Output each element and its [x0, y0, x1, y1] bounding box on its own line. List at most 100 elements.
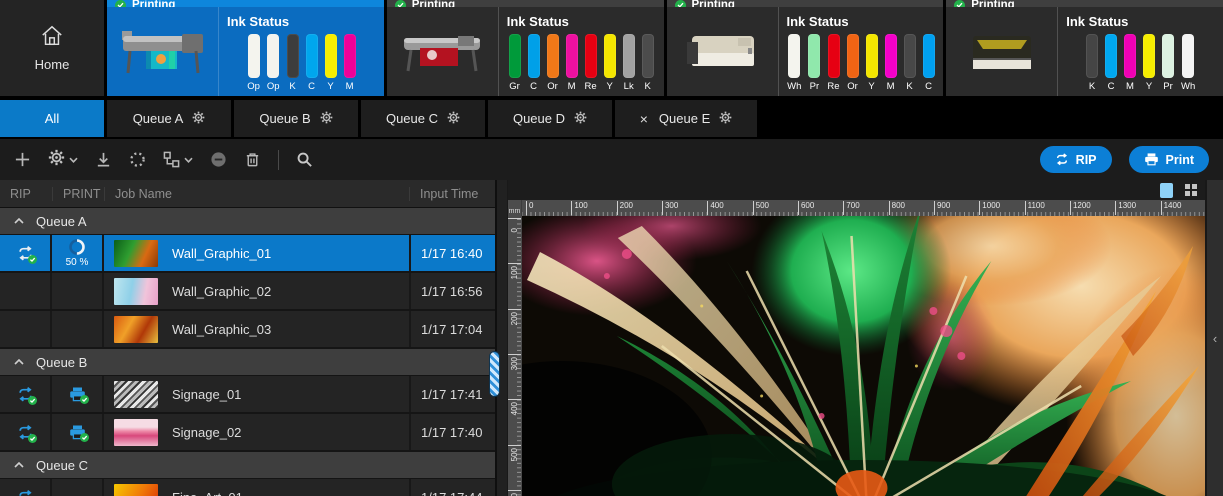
job-time: 1/17 17:44 — [409, 479, 495, 496]
rip-loop-icon — [1055, 153, 1069, 166]
printer-icon — [1144, 153, 1159, 166]
ink-slot: M — [1124, 34, 1136, 92]
status-check-icon — [954, 0, 965, 7]
home-label: Home — [35, 57, 70, 72]
queue-tab[interactable]: Queue D — [488, 100, 612, 137]
vertical-ruler: 0100200300400500600 — [508, 216, 522, 496]
job-time: 1/17 16:56 — [409, 273, 495, 309]
ink-bar — [788, 34, 800, 78]
ink-bar — [325, 34, 337, 78]
print-done-icon — [69, 425, 86, 440]
tab-gear-icon[interactable] — [320, 111, 333, 127]
ruler-tick-label: 900 — [934, 201, 950, 215]
nest-jobs-button[interactable] — [163, 151, 193, 168]
ink-slot: Wh — [787, 34, 801, 92]
ink-label: Re — [585, 81, 597, 92]
ink-slot: Pr — [1162, 34, 1174, 92]
ink-slot: Y — [325, 34, 337, 92]
ink-bar — [1182, 34, 1194, 78]
print-button[interactable]: Print — [1129, 146, 1209, 173]
queue-tab[interactable]: × Queue E — [615, 100, 757, 137]
job-row[interactable]: Wall_Graphic_02 1/17 16:56 — [0, 273, 495, 311]
ink-bar — [585, 34, 597, 78]
ink-bar — [885, 34, 897, 78]
pane-splitter-handle[interactable] — [490, 352, 499, 396]
ink-slot: C — [306, 34, 318, 92]
home-button[interactable]: Home — [0, 0, 104, 96]
tab-gear-icon[interactable] — [574, 111, 587, 127]
ink-slot: Wh — [1181, 34, 1195, 92]
job-name: Signage_01 — [172, 387, 241, 402]
cell-print — [52, 273, 104, 309]
queue-tab[interactable]: Queue A — [107, 100, 231, 137]
ruler-tick-label: 1000 — [979, 201, 1000, 215]
ink-bar — [828, 34, 840, 78]
cell-print — [52, 376, 104, 412]
delete-job-button[interactable] — [244, 151, 261, 168]
job-time: 1/17 17:41 — [409, 376, 495, 412]
queue-tab[interactable]: All — [0, 100, 104, 137]
ruler-tick-label: 100 — [508, 263, 521, 284]
tab-label: Queue D — [513, 111, 565, 126]
chevron-down-icon — [184, 157, 193, 163]
toolbar-divider — [278, 150, 279, 170]
printer-panel[interactable]: Printing Ink Status OpOpKCYM — [107, 0, 384, 96]
plus-icon — [14, 151, 31, 168]
rip-process-button[interactable] — [129, 151, 146, 168]
queue-tab-bar: All Queue A Queue B Queue C Queue D × Qu… — [0, 96, 1223, 137]
remove-job-button[interactable] — [210, 151, 227, 168]
tab-close-icon[interactable]: × — [640, 111, 648, 127]
job-row[interactable]: 50 % Wall_Graphic_01 1/17 16:40 — [0, 235, 495, 273]
job-thumbnail — [114, 316, 158, 343]
ruler-tick-label: 800 — [889, 201, 905, 215]
ruler-tick-label: 200 — [508, 309, 521, 330]
search-button[interactable] — [296, 151, 313, 168]
job-row[interactable]: Fine_Art_01 1/17 17:44 — [0, 479, 495, 496]
trash-icon — [244, 151, 261, 168]
job-settings-button[interactable] — [48, 149, 78, 171]
chevron-up-icon — [14, 359, 24, 365]
tab-gear-icon[interactable] — [719, 111, 732, 127]
rip-button[interactable]: RIP — [1040, 146, 1112, 173]
chevron-up-icon — [14, 462, 24, 468]
ink-label: K — [1089, 81, 1095, 92]
job-name: Fine_Art_01 — [172, 490, 243, 496]
printer-panel[interactable]: Printing Ink Status GrCOrMReYLkK — [387, 0, 664, 96]
ink-label: Or — [547, 81, 558, 92]
tab-gear-icon[interactable] — [192, 111, 205, 127]
ink-bar — [1105, 34, 1117, 78]
printer-panel[interactable]: Printing Ink Status WhPrReOrYMKC — [667, 0, 944, 96]
import-job-button[interactable] — [95, 151, 112, 168]
job-name: Wall_Graphic_02 — [172, 284, 271, 299]
tab-gear-icon[interactable] — [447, 111, 460, 127]
grid-view-icon[interactable] — [1185, 184, 1197, 196]
queue-tab[interactable]: Queue B — [234, 100, 358, 137]
status-check-icon — [115, 0, 126, 7]
printer-status-label: Printing — [692, 0, 735, 7]
ink-bar — [623, 34, 635, 78]
single-view-icon[interactable] — [1160, 183, 1173, 198]
collapse-right-panel-button[interactable]: ‹ — [1205, 180, 1223, 496]
job-row[interactable]: Signage_01 1/17 17:41 — [0, 376, 495, 414]
ink-bar — [1143, 34, 1155, 78]
queue-group-header[interactable]: Queue C — [0, 452, 495, 479]
job-row[interactable]: Wall_Graphic_03 1/17 17:04 — [0, 311, 495, 349]
preview-left-gutter — [497, 180, 508, 496]
queue-group-header[interactable]: Queue B — [0, 349, 495, 376]
ink-slot: C — [923, 34, 935, 92]
add-job-button[interactable] — [14, 151, 31, 168]
ink-label: M — [1126, 81, 1134, 92]
download-icon — [95, 151, 112, 168]
queue-tab[interactable]: Queue C — [361, 100, 485, 137]
group-name: Queue B — [36, 355, 87, 370]
ink-bar — [1162, 34, 1174, 78]
ink-bars: OpOpKCYM — [227, 34, 376, 92]
queue-group-header[interactable]: Queue A — [0, 208, 495, 235]
ink-label: Op — [247, 81, 260, 92]
tab-label: Queue B — [259, 111, 310, 126]
job-name: Signage_02 — [172, 425, 241, 440]
printer-panel[interactable]: Printing Ink Status KCMYPrWh — [946, 0, 1223, 96]
job-row[interactable]: Signage_02 1/17 17:40 — [0, 414, 495, 452]
search-icon — [296, 151, 313, 168]
ruler-tick-label: 300 — [508, 354, 521, 375]
